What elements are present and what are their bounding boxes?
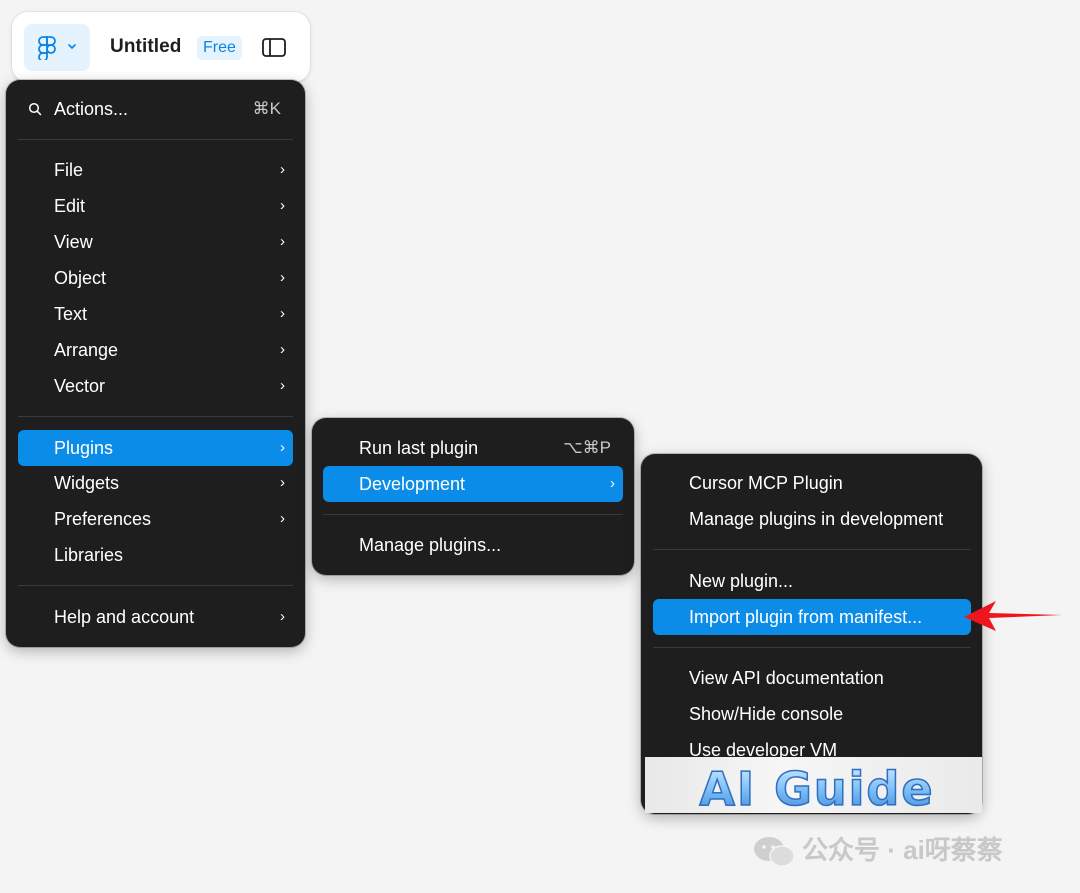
menu-item-label: Manage plugins in development: [689, 509, 944, 529]
menu-item-label: Object: [54, 268, 107, 288]
menu-item-label: Plugins: [54, 438, 114, 458]
menu-item-view[interactable]: View ›: [18, 224, 293, 260]
actions-search[interactable]: Actions... ⌘K: [18, 91, 293, 127]
menu-item-arrange[interactable]: Arrange ›: [18, 332, 293, 368]
file-toolbar: Untitled Free: [12, 12, 310, 82]
menu-divider: [18, 585, 293, 586]
menu-item-import-plugin-from-manifest[interactable]: Import plugin from manifest...: [653, 599, 971, 635]
menu-item-libraries[interactable]: Libraries: [18, 537, 293, 573]
menu-item-label: Help and account: [54, 607, 195, 627]
run-last-plugin-shortcut: ⌥⌘P: [563, 438, 611, 457]
menu-item-vector[interactable]: Vector ›: [18, 368, 293, 404]
menu-item-label: View API documentation: [689, 668, 884, 688]
menu-item-run-last-plugin[interactable]: Run last plugin ⌥⌘P: [323, 430, 623, 466]
menu-item-label: Run last plugin: [359, 438, 479, 458]
menu-item-label: Widgets: [54, 473, 120, 493]
menu-item-label: Libraries: [54, 545, 124, 565]
chevron-right-icon: ›: [280, 305, 285, 322]
menu-item-development[interactable]: Development ›: [323, 466, 623, 502]
plan-badge[interactable]: Free: [197, 36, 242, 60]
menu-item-new-plugin[interactable]: New plugin...: [653, 563, 971, 599]
chevron-right-icon: ›: [280, 269, 285, 286]
menu-item-manage-plugins[interactable]: Manage plugins...: [323, 527, 623, 563]
chevron-right-icon: ›: [280, 197, 285, 214]
menu-item-cursor-mcp-plugin[interactable]: Cursor MCP Plugin: [653, 465, 971, 501]
menu-item-help-and-account[interactable]: Help and account ›: [18, 599, 293, 635]
menu-item-manage-plugins-in-development[interactable]: Manage plugins in development: [653, 501, 971, 537]
menu-item-preferences[interactable]: Preferences ›: [18, 501, 293, 537]
menu-item-widgets[interactable]: Widgets ›: [18, 465, 293, 501]
menu-item-label: Cursor MCP Plugin: [689, 473, 843, 493]
search-icon: [28, 102, 42, 116]
chevron-right-icon: ›: [280, 233, 285, 250]
menu-item-object[interactable]: Object ›: [18, 260, 293, 296]
menu-item-label: Text: [54, 304, 88, 324]
chevron-right-icon: ›: [280, 439, 285, 456]
chevron-right-icon: ›: [280, 510, 285, 527]
watermark-banner: AI Guide: [645, 757, 982, 813]
menu-item-label: File: [54, 160, 84, 180]
menu-divider: [653, 647, 971, 648]
menu-divider: [18, 416, 293, 417]
main-menu: Actions... ⌘K File › Edit › View › Objec…: [6, 80, 305, 647]
main-menu-button[interactable]: [24, 24, 90, 71]
document-title[interactable]: Untitled: [110, 36, 182, 58]
chevron-right-icon: ›: [280, 608, 285, 625]
menu-item-label: Show/Hide console: [689, 704, 844, 724]
menu-item-label: Preferences: [54, 509, 152, 529]
menu-item-label: Vector: [54, 376, 106, 396]
actions-shortcut: ⌘K: [252, 99, 281, 118]
chevron-right-icon: ›: [280, 341, 285, 358]
menu-item-text[interactable]: Text ›: [18, 296, 293, 332]
menu-item-label: Manage plugins...: [359, 535, 502, 555]
menu-item-edit[interactable]: Edit ›: [18, 188, 293, 224]
chevron-right-icon: ›: [280, 377, 285, 394]
figma-logo-icon: [38, 36, 56, 60]
plugins-submenu: Run last plugin ⌥⌘P Development › Manage…: [312, 418, 634, 575]
menu-item-label: Edit: [54, 196, 86, 216]
chevron-right-icon: ›: [280, 161, 285, 178]
wechat-icon: [754, 837, 795, 867]
sidebar-toggle-icon[interactable]: [262, 38, 286, 57]
menu-item-label: View: [54, 232, 93, 252]
menu-divider: [653, 549, 971, 550]
wechat-watermark: 公众号 · ai呀蔡蔡: [752, 830, 1003, 870]
menu-item-show-hide-console[interactable]: Show/Hide console: [653, 696, 971, 732]
watermark-banner-text: AI Guide: [699, 762, 934, 813]
menu-item-plugins[interactable]: Plugins ›: [18, 430, 293, 466]
menu-item-label: Import plugin from manifest...: [689, 607, 923, 627]
chevron-right-icon: ›: [280, 474, 285, 491]
red-annotation-arrow-icon: [964, 601, 1062, 631]
menu-item-view-api-documentation[interactable]: View API documentation: [653, 660, 971, 696]
chevron-right-icon: ›: [610, 475, 615, 492]
wechat-watermark-text: 公众号 · ai呀蔡蔡: [802, 835, 1003, 865]
chevron-down-icon: [68, 44, 76, 50]
menu-item-label: Development: [359, 474, 466, 494]
menu-divider: [323, 514, 623, 515]
menu-item-label: New plugin...: [689, 571, 794, 591]
menu-item-label: Arrange: [54, 340, 119, 360]
menu-item-file[interactable]: File ›: [18, 152, 293, 188]
actions-label: Actions...: [54, 99, 129, 119]
menu-divider: [18, 139, 293, 140]
